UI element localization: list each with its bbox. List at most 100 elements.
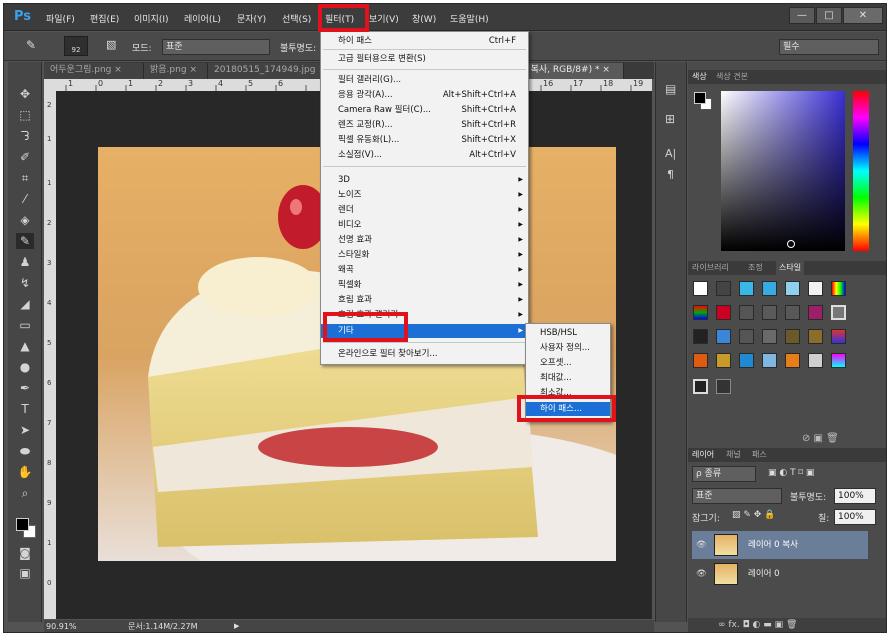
menu-image[interactable]: 이미지(I): [134, 12, 169, 25]
brush-tool-icon[interactable]: ✎: [16, 233, 34, 249]
tab-swatches[interactable]: 색상 견본: [716, 70, 748, 84]
menu-item-pixelate[interactable]: 픽셀화 ▶: [321, 278, 528, 292]
eye-icon[interactable]: 👁: [696, 560, 707, 588]
style-swatch[interactable]: [739, 281, 754, 296]
menu-item-3d[interactable]: 3D ▶: [321, 173, 528, 187]
menu-file[interactable]: 파일(F): [46, 12, 75, 25]
color-field[interactable]: [721, 91, 845, 251]
minimize-button[interactable]: —: [789, 7, 815, 24]
menu-item-convert-smart-filter[interactable]: 고급 필터용으로 변환(S): [321, 52, 528, 66]
zoom-tool-icon[interactable]: ⌕: [16, 485, 34, 501]
tab-document[interactable]: 20180515_174949.jpg ×: [208, 63, 328, 79]
character-panel-icon[interactable]: A|: [665, 147, 676, 160]
style-swatch[interactable]: [693, 305, 708, 320]
style-swatch[interactable]: [716, 329, 731, 344]
eraser-tool-icon[interactable]: ◢: [16, 296, 34, 312]
lock-icons[interactable]: ▨ ✎ ✥ 🔒: [732, 510, 775, 520]
crop-tool-icon[interactable]: ⌗: [16, 170, 34, 186]
history-panel-icon[interactable]: ▤: [665, 82, 676, 96]
healing-tool-icon[interactable]: ◈: [16, 212, 34, 228]
menu-item-noise[interactable]: 노이즈 ▶: [321, 188, 528, 202]
menu-item-distort[interactable]: 왜곡 ▶: [321, 263, 528, 277]
menu-item-vanishing-point[interactable]: 소실점(V)... Alt+Ctrl+V: [321, 148, 528, 162]
menu-item-lens-correction[interactable]: 렌즈 교정(R)... Shift+Ctrl+R: [321, 118, 528, 132]
close-icon[interactable]: ×: [189, 65, 197, 75]
submenu-item-offset[interactable]: 오프셋...: [526, 356, 610, 370]
menu-item-stylize[interactable]: 스타일화 ▶: [321, 248, 528, 262]
eye-icon[interactable]: 👁: [696, 531, 707, 559]
menu-item-sharpen[interactable]: 선명 효과 ▶: [321, 233, 528, 247]
tab-adjustments[interactable]: 조정: [748, 261, 763, 275]
style-swatch[interactable]: [831, 281, 846, 296]
menu-type[interactable]: 문자(Y): [237, 12, 266, 25]
menu-item-camera-raw[interactable]: Camera Raw 필터(C)... Shift+Ctrl+A: [321, 103, 528, 117]
brush-icon[interactable]: ✎: [26, 38, 36, 52]
menu-edit[interactable]: 편집(E): [90, 12, 119, 25]
style-swatch[interactable]: [762, 329, 777, 344]
style-swatch[interactable]: [693, 281, 708, 296]
style-swatch[interactable]: [716, 379, 731, 394]
workspace-select[interactable]: 필수: [779, 39, 879, 55]
style-swatch[interactable]: [785, 305, 800, 320]
style-swatch[interactable]: [808, 329, 823, 344]
stamp-tool-icon[interactable]: ♟: [16, 254, 34, 270]
paragraph-panel-icon[interactable]: ¶: [667, 168, 674, 181]
type-tool-icon[interactable]: T: [16, 401, 34, 417]
style-swatch[interactable]: [739, 305, 754, 320]
style-panel-footer-icons[interactable]: ⊘ ▣ 🗑: [802, 433, 839, 444]
layer-row-selected[interactable]: 👁 레이어 0 복사: [692, 531, 868, 559]
tab-document[interactable]: 어두운그림.png ×: [44, 63, 144, 79]
screen-mode-icon[interactable]: ▣: [16, 565, 34, 581]
move-tool-icon[interactable]: ✥: [16, 86, 34, 102]
history-brush-tool-icon[interactable]: ↯: [16, 275, 34, 291]
layer-row[interactable]: 👁 레이어 0: [692, 560, 868, 588]
properties-panel-icon[interactable]: ⊞: [665, 112, 675, 126]
hand-tool-icon[interactable]: ✋: [16, 464, 34, 480]
zoom-level[interactable]: 90.91%: [46, 620, 77, 632]
style-swatch[interactable]: [739, 329, 754, 344]
style-swatch[interactable]: [808, 281, 823, 296]
style-swatch[interactable]: [831, 329, 846, 344]
lasso-tool-icon[interactable]: ᘊ: [16, 128, 34, 144]
style-swatch[interactable]: [808, 305, 823, 320]
brush-size-picker[interactable]: 92: [64, 36, 88, 56]
style-swatch[interactable]: [739, 353, 754, 368]
brush-panel-icon[interactable]: ▧: [106, 38, 116, 51]
dodge-tool-icon[interactable]: ●: [16, 359, 34, 375]
tab-styles[interactable]: 스타일: [776, 261, 805, 275]
pen-tool-icon[interactable]: ✒: [16, 380, 34, 396]
style-swatch[interactable]: [716, 353, 731, 368]
style-swatch[interactable]: [762, 353, 777, 368]
style-swatch[interactable]: [831, 305, 846, 320]
gradient-tool-icon[interactable]: ▭: [16, 317, 34, 333]
style-swatch[interactable]: [693, 379, 708, 394]
menu-select[interactable]: 선택(S): [282, 12, 311, 25]
status-arrow-icon[interactable]: ▶: [234, 620, 239, 632]
tab-document-active[interactable]: 0 복사, RGB/8#) * ×: [516, 63, 624, 79]
menu-item-video[interactable]: 비디오 ▶: [321, 218, 528, 232]
style-swatch[interactable]: [716, 305, 731, 320]
layer-filter-icons[interactable]: ▣ ◐ T ⌑ ▣: [768, 468, 814, 478]
submenu-item-custom[interactable]: 사용자 정의...: [526, 341, 610, 355]
tab-color[interactable]: 색상: [692, 70, 707, 84]
submenu-item-maximum[interactable]: 최대값...: [526, 371, 610, 385]
menu-view[interactable]: 보기(V): [369, 12, 399, 25]
close-icon[interactable]: ×: [602, 65, 610, 75]
eyedropper-tool-icon[interactable]: ⁄: [16, 191, 34, 207]
hue-slider[interactable]: [853, 91, 869, 251]
style-swatch[interactable]: [762, 305, 777, 320]
path-select-tool-icon[interactable]: ➤: [16, 422, 34, 438]
menu-item-last-filter[interactable]: 하이 패스 Ctrl+F: [321, 34, 528, 48]
style-swatch[interactable]: [762, 281, 777, 296]
style-swatch[interactable]: [785, 329, 800, 344]
close-button[interactable]: ✕: [843, 7, 883, 24]
style-swatch[interactable]: [785, 353, 800, 368]
style-swatch[interactable]: [693, 329, 708, 344]
layers-footer-icons[interactable]: ∞ fx. ◘ ◐ ▬ ▣ 🗑: [688, 618, 886, 632]
submenu-item-hsb-hsl[interactable]: HSB/HSL: [526, 326, 610, 340]
menu-window[interactable]: 창(W): [412, 12, 436, 25]
tab-paths[interactable]: 패스: [752, 448, 767, 462]
fg-color-swatch[interactable]: [694, 92, 706, 104]
quick-mask-icon[interactable]: ◙: [16, 545, 34, 561]
menu-help[interactable]: 도움말(H): [450, 12, 489, 25]
